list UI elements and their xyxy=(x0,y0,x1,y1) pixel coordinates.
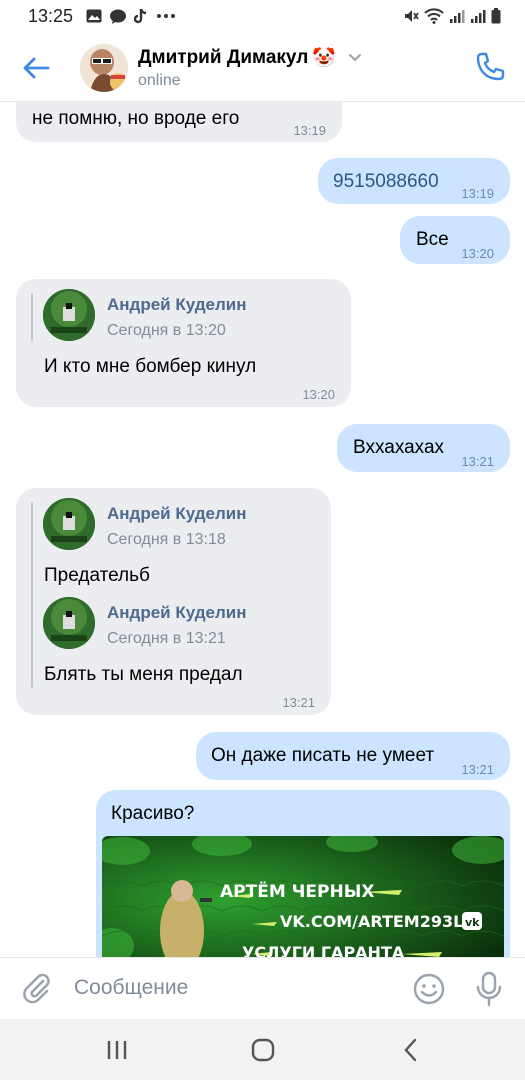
image-attachment[interactable]: АРТЁМ ЧЕРНЫХ VK.COM/ARTEM293LL vk УСЛУГИ… xyxy=(102,836,504,957)
banner-line: VK.COM/ARTEM293LL xyxy=(280,912,474,931)
forward-bar xyxy=(31,502,33,688)
system-navigation-bar xyxy=(0,1019,525,1080)
system-icons xyxy=(403,8,501,24)
message-time: 13:21 xyxy=(282,695,315,710)
message-time: 13:21 xyxy=(461,762,494,777)
message-outgoing[interactable]: Вххахахах 13:21 xyxy=(337,424,510,472)
forward-date: Сегодня в 13:21 xyxy=(107,630,226,647)
message-text: И кто мне бомбер кинул xyxy=(44,356,257,377)
nav-back-icon[interactable] xyxy=(396,1035,426,1065)
avatar[interactable] xyxy=(43,498,95,550)
message-time: 13:20 xyxy=(302,387,335,402)
message-text: Блять ты меня предал xyxy=(44,664,243,685)
more-notifications-icon xyxy=(157,14,175,18)
message-input[interactable]: Сообщение xyxy=(74,976,188,1000)
signal-1-icon xyxy=(450,10,465,23)
forward-author[interactable]: Андрей Куделин xyxy=(107,601,247,625)
message-outgoing[interactable]: Все 13:20 xyxy=(400,216,510,264)
message-incoming[interactable]: не помню, но вроде его 13:19 xyxy=(16,102,342,142)
status-time: 13:25 xyxy=(28,6,74,26)
message-text: Вххахахах xyxy=(353,437,445,458)
phone-number-link[interactable]: 9515088660 xyxy=(333,170,439,194)
status-bar: 13:25 xyxy=(0,0,525,34)
message-outgoing[interactable]: Он даже писать не умеет 13:21 xyxy=(196,732,510,780)
message-text: Он даже писать не умеет xyxy=(211,745,435,766)
message-outgoing-image[interactable]: Красиво? АРТЁМ ЧЕРНЫХ VK.COM/ARTEM293LL … xyxy=(96,790,510,957)
message-text: Все xyxy=(416,229,449,250)
message-text: не помню, но вроде его xyxy=(32,108,240,129)
chevron-down-icon[interactable] xyxy=(348,53,362,63)
forward-date: Сегодня в 13:18 xyxy=(107,531,226,548)
mute-icon xyxy=(405,10,419,22)
wifi-icon xyxy=(424,8,444,24)
message-incoming-forwarded[interactable]: Андрей Куделин Сегодня в 13:20 И кто мне… xyxy=(16,279,351,407)
banner-line: АРТЁМ ЧЕРНЫХ xyxy=(220,880,374,902)
forward-bar xyxy=(31,293,33,341)
forward-author[interactable]: Андрей Куделин xyxy=(107,502,247,526)
message-incoming-forwarded[interactable]: Андрей Куделин Сегодня в 13:18 Предатель… xyxy=(16,488,331,715)
message-time: 13:19 xyxy=(293,123,326,138)
message-time: 13:20 xyxy=(461,246,494,261)
tiktok-icon xyxy=(134,8,147,24)
vk-logo-icon: vk xyxy=(465,916,480,929)
home-icon[interactable] xyxy=(248,1035,278,1065)
message-time: 13:21 xyxy=(461,454,494,469)
gallery-icon xyxy=(86,9,102,23)
phone-call-icon[interactable] xyxy=(473,50,507,84)
banner-line: УСЛУГИ ГАРАНТА xyxy=(242,943,405,957)
contact-status: online xyxy=(138,72,181,89)
emoji-smile-icon[interactable] xyxy=(412,972,446,1006)
forward-date: Сегодня в 13:20 xyxy=(107,322,226,339)
message-text: Предательб xyxy=(44,565,150,586)
message-text: Красиво? xyxy=(111,803,195,824)
forward-author[interactable]: Андрей Куделин xyxy=(107,293,247,317)
avatar[interactable] xyxy=(80,44,128,92)
notification-icons xyxy=(86,8,176,24)
chat-icon xyxy=(110,9,126,24)
message-list[interactable]: не помню, но вроде его 13:19 9515088660 … xyxy=(0,102,525,957)
battery-icon xyxy=(491,8,501,24)
chat-header: Дмитрий Димакул 🤡 online xyxy=(0,34,525,102)
clown-emoji: 🤡 xyxy=(312,48,336,69)
signal-2-icon xyxy=(471,10,486,23)
avatar[interactable] xyxy=(43,289,95,341)
back-arrow-icon[interactable] xyxy=(20,52,52,84)
microphone-icon[interactable] xyxy=(472,970,506,1008)
message-time: 13:19 xyxy=(461,186,494,201)
avatar[interactable] xyxy=(43,597,95,649)
banner-image: АРТЁМ ЧЕРНЫХ VK.COM/ARTEM293LL vk УСЛУГИ… xyxy=(102,836,504,957)
attach-paperclip-icon[interactable] xyxy=(20,972,54,1006)
contact-name[interactable]: Дмитрий Димакул 🤡 xyxy=(138,46,362,70)
recent-apps-icon[interactable] xyxy=(102,1035,132,1065)
message-outgoing[interactable]: 9515088660 13:19 xyxy=(318,158,510,204)
message-composer: Сообщение xyxy=(0,957,525,1019)
